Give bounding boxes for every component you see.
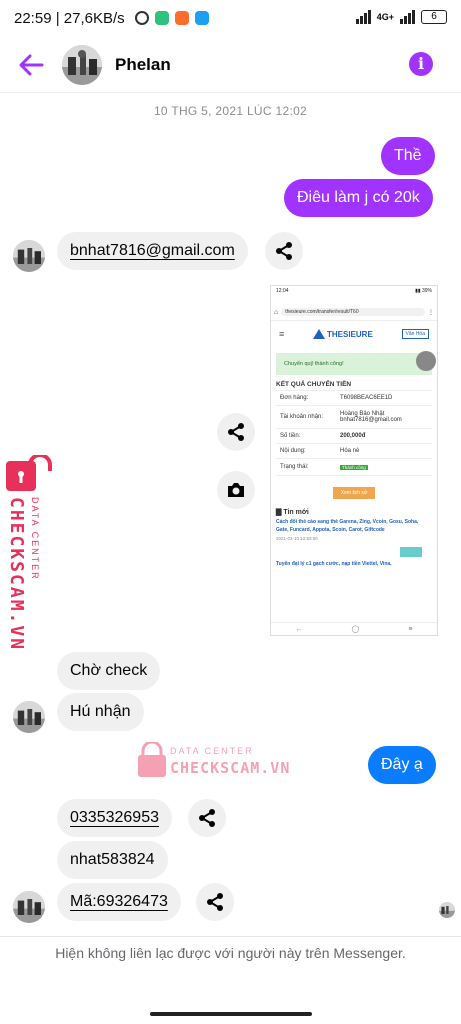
padlock-icon <box>138 742 166 777</box>
image-attachment[interactable]: 12:04 ▮▮ 39% ⌂ thesieure.com/transfer/res… <box>270 285 438 636</box>
shot-site-header: ≡ THESIEURE Vân Hóa <box>271 321 437 347</box>
app-blue-icon <box>195 11 209 25</box>
home-indicator[interactable] <box>150 1012 312 1016</box>
share-button[interactable] <box>265 232 303 270</box>
share-button[interactable] <box>196 883 234 921</box>
share-button[interactable] <box>188 799 226 837</box>
battery-level: 6 <box>431 11 437 22</box>
watermark-line2: CHECKSCAM.VN <box>6 497 27 652</box>
share-icon <box>228 423 244 441</box>
sender-avatar[interactable] <box>13 701 45 733</box>
watermark-line2: CHECKSCAM.VN <box>170 759 291 777</box>
back-arrow-icon[interactable] <box>18 54 44 76</box>
phone-link[interactable]: 0335326953 <box>70 809 159 826</box>
shot-news-thumb <box>276 547 432 557</box>
shot-news-2: Tuyển đại lý c1 gạch cước, nạp tiền Viet… <box>276 561 392 567</box>
shot-statusbar: 12:04 ▮▮ 39% <box>276 288 432 294</box>
shot-brand: THESIEURE <box>313 329 373 339</box>
signal-icon-2 <box>400 10 415 24</box>
shot-login: Vân Hóa <box>401 329 429 339</box>
email-link[interactable]: bnhat7816@gmail.com <box>70 242 235 259</box>
message-incoming[interactable]: Hú nhận <box>57 693 144 731</box>
share-icon <box>276 242 292 260</box>
shot-navbar: ← ◯ ≡ <box>271 622 437 635</box>
shot-table: Đơn hàng: T6098BEAC6EE1D Tài khoản nhận: H… <box>276 390 432 476</box>
contact-name[interactable]: Phelan <box>115 55 171 75</box>
watermark-line1: DATA CENTER <box>170 746 254 756</box>
shot-news-title: ▇ Tin mới <box>276 509 309 516</box>
contact-avatar[interactable] <box>62 45 102 85</box>
status-right: 4G+ 6 <box>355 10 447 24</box>
shot-news-1: Cách đổi thẻ cào sang thẻ Garena, Zing, … <box>276 519 419 533</box>
info-icon[interactable]: i <box>409 52 433 76</box>
message-incoming[interactable]: 0335326953 <box>57 799 172 837</box>
shot-row: Trạng thái: Thành công <box>276 459 432 476</box>
status-bar: 22:59 | 27,6KB/s 4G+ 6 <box>0 0 461 40</box>
message-incoming[interactable]: bnhat7816@gmail.com <box>57 232 248 270</box>
shot-row: Số tiền: 200,000đ <box>276 429 432 444</box>
status-notification-icons <box>135 11 209 25</box>
sender-avatar[interactable] <box>13 240 45 272</box>
unavailable-notice: Hiện không liên lạc được với người này t… <box>55 945 406 961</box>
date-separator: 10 THG 5, 2021 LÚC 12:02 <box>153 104 308 118</box>
shot-browser-bar: ⌂ thesieure.com/transfer/result/T60 ⋮ <box>271 304 437 321</box>
shot-row: Đơn hàng: T6098BEAC6EE1D <box>276 391 432 406</box>
watermark-vertical: DATA CENTER CHECKSCAM.VN <box>2 455 52 655</box>
app-orange-icon <box>175 11 189 25</box>
code-text[interactable]: Mã:69326473 <box>70 893 168 910</box>
share-button[interactable] <box>217 413 255 451</box>
message-incoming[interactable]: Chờ check <box>57 652 161 690</box>
seen-avatar <box>439 902 455 918</box>
app-green-icon <box>155 11 169 25</box>
message-incoming[interactable]: nhat583824 <box>57 841 168 879</box>
camera-icon <box>228 483 244 497</box>
share-icon <box>207 893 223 911</box>
signal-icon <box>355 10 371 24</box>
message-outgoing[interactable]: Điêu làm j có 20k <box>284 179 433 217</box>
battery-icon: 6 <box>421 10 447 24</box>
watermark-line1: DATA CENTER <box>30 497 40 581</box>
status-time-speed: 22:59 | 27,6KB/s <box>14 10 125 27</box>
message-outgoing[interactable]: Đây ạ <box>368 746 436 784</box>
padlock-icon <box>6 455 52 491</box>
shot-news-1-date: 2021-03-10 12:53:00 <box>276 536 318 541</box>
shot-section-title: KẾT QUẢ CHUYỂN TIỀN <box>276 381 352 388</box>
message-outgoing[interactable]: Thề <box>381 137 435 175</box>
network-type: 4G+ <box>376 12 394 22</box>
message-incoming[interactable]: Mã:69326473 <box>57 883 181 921</box>
shot-row: Nội dung: Hóa nè <box>276 444 432 459</box>
shot-url: thesieure.com/transfer/result/T60 <box>281 308 425 316</box>
shot-success-alert: Chuyển quỹ thành công! <box>276 351 436 375</box>
sender-avatar[interactable] <box>13 891 45 923</box>
shot-row: Tài khoản nhận: Hoàng Bảo Nhật bnhat7816@… <box>276 406 432 429</box>
watermark-horizontal: DATA CENTER CHECKSCAM.VN <box>137 742 297 780</box>
save-photo-button[interactable] <box>217 471 255 509</box>
share-icon <box>199 809 215 827</box>
footer-divider <box>0 936 461 937</box>
alarm-icon <box>135 11 149 25</box>
shot-history-button-wrap: Xem lịch sử <box>271 487 437 499</box>
